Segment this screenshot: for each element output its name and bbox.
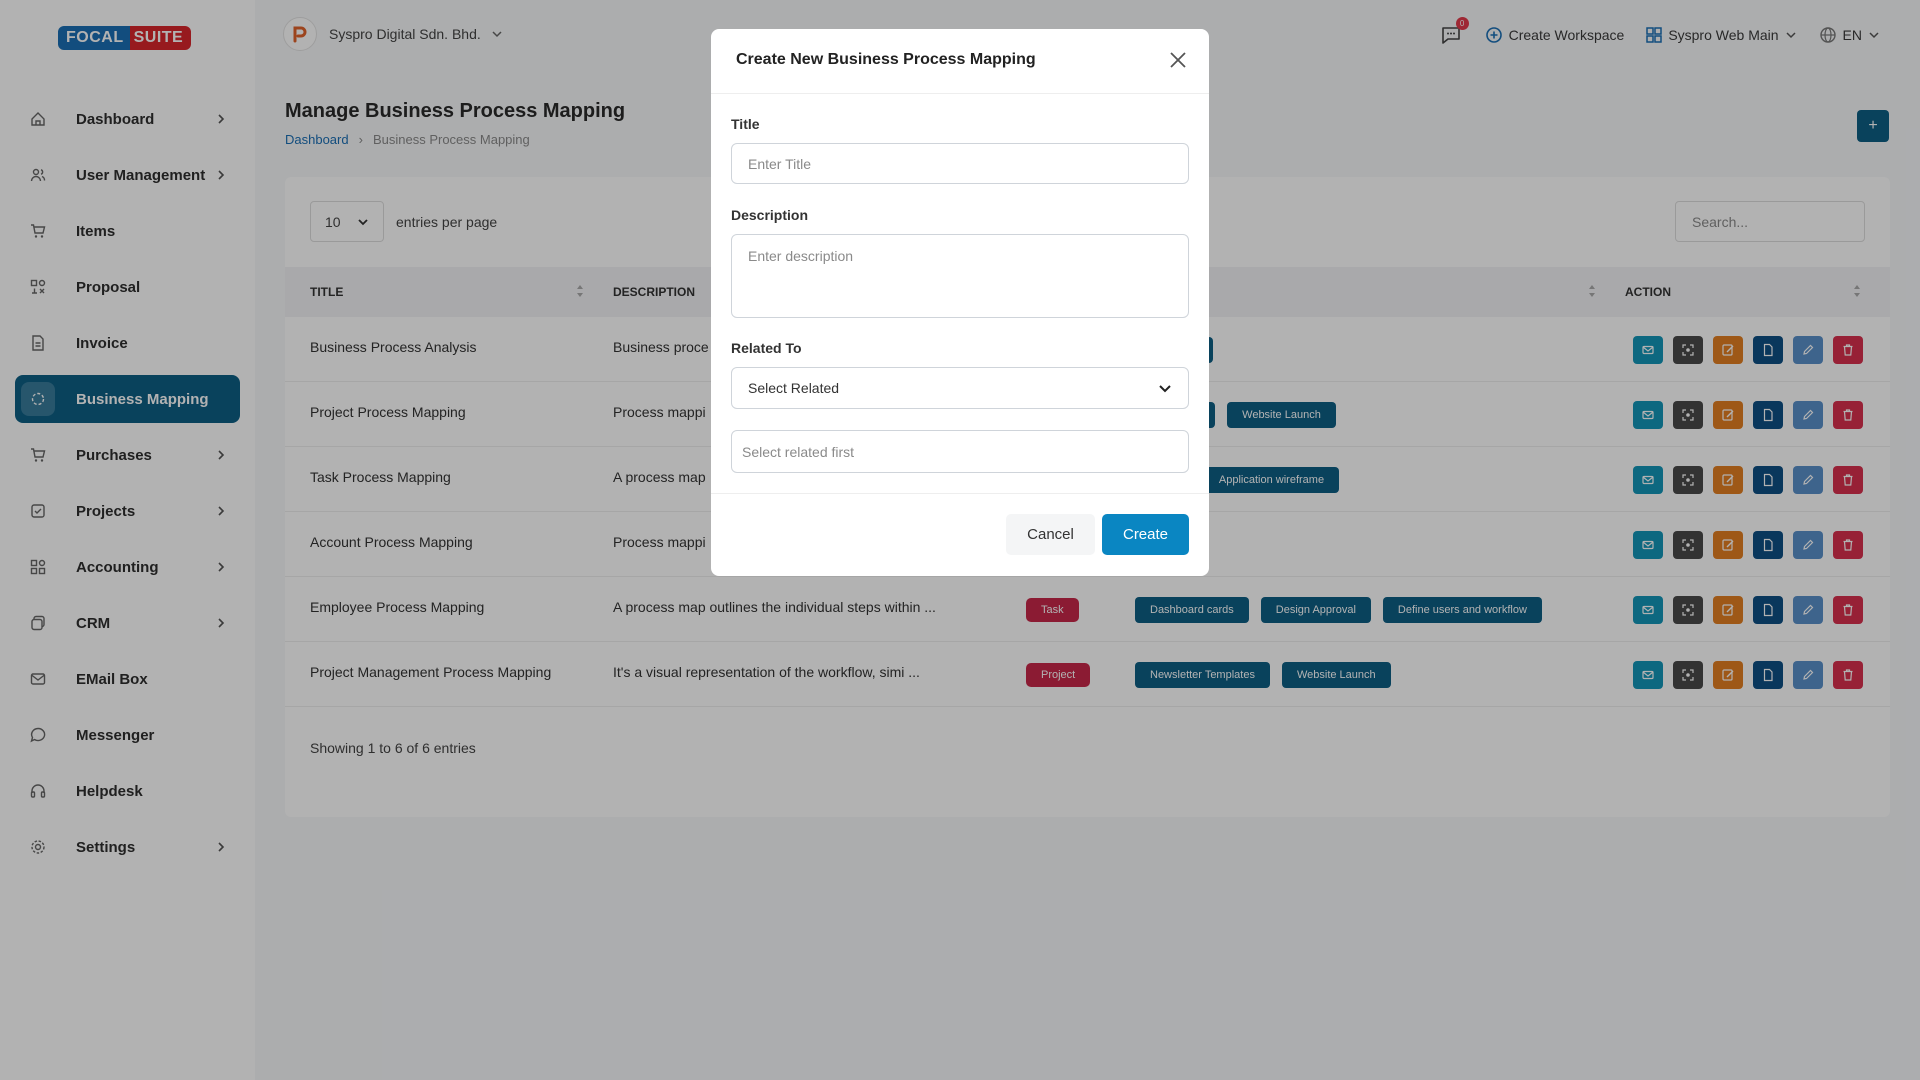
close-icon[interactable] xyxy=(1169,51,1187,69)
title-input[interactable]: Enter Title xyxy=(731,143,1189,184)
related-to-select[interactable]: Select Related xyxy=(731,367,1189,409)
title-label: Title xyxy=(731,116,760,132)
modal-header: Create New Business Process Mapping xyxy=(711,29,1209,94)
chevron-down-icon xyxy=(1159,385,1171,393)
description-textarea[interactable]: Enter description xyxy=(731,234,1189,318)
cancel-button[interactable]: Cancel xyxy=(1006,514,1095,555)
related-item-select[interactable]: Select related first xyxy=(731,430,1189,473)
related-to-label: Related To xyxy=(731,340,802,356)
related-to-value: Select Related xyxy=(748,380,840,396)
description-label: Description xyxy=(731,207,809,223)
create-button[interactable]: Create xyxy=(1102,514,1189,555)
modal-title: Create New Business Process Mapping xyxy=(736,51,1036,68)
modal-divider xyxy=(711,493,1209,494)
create-mapping-modal: Create New Business Process Mapping Titl… xyxy=(711,29,1209,576)
